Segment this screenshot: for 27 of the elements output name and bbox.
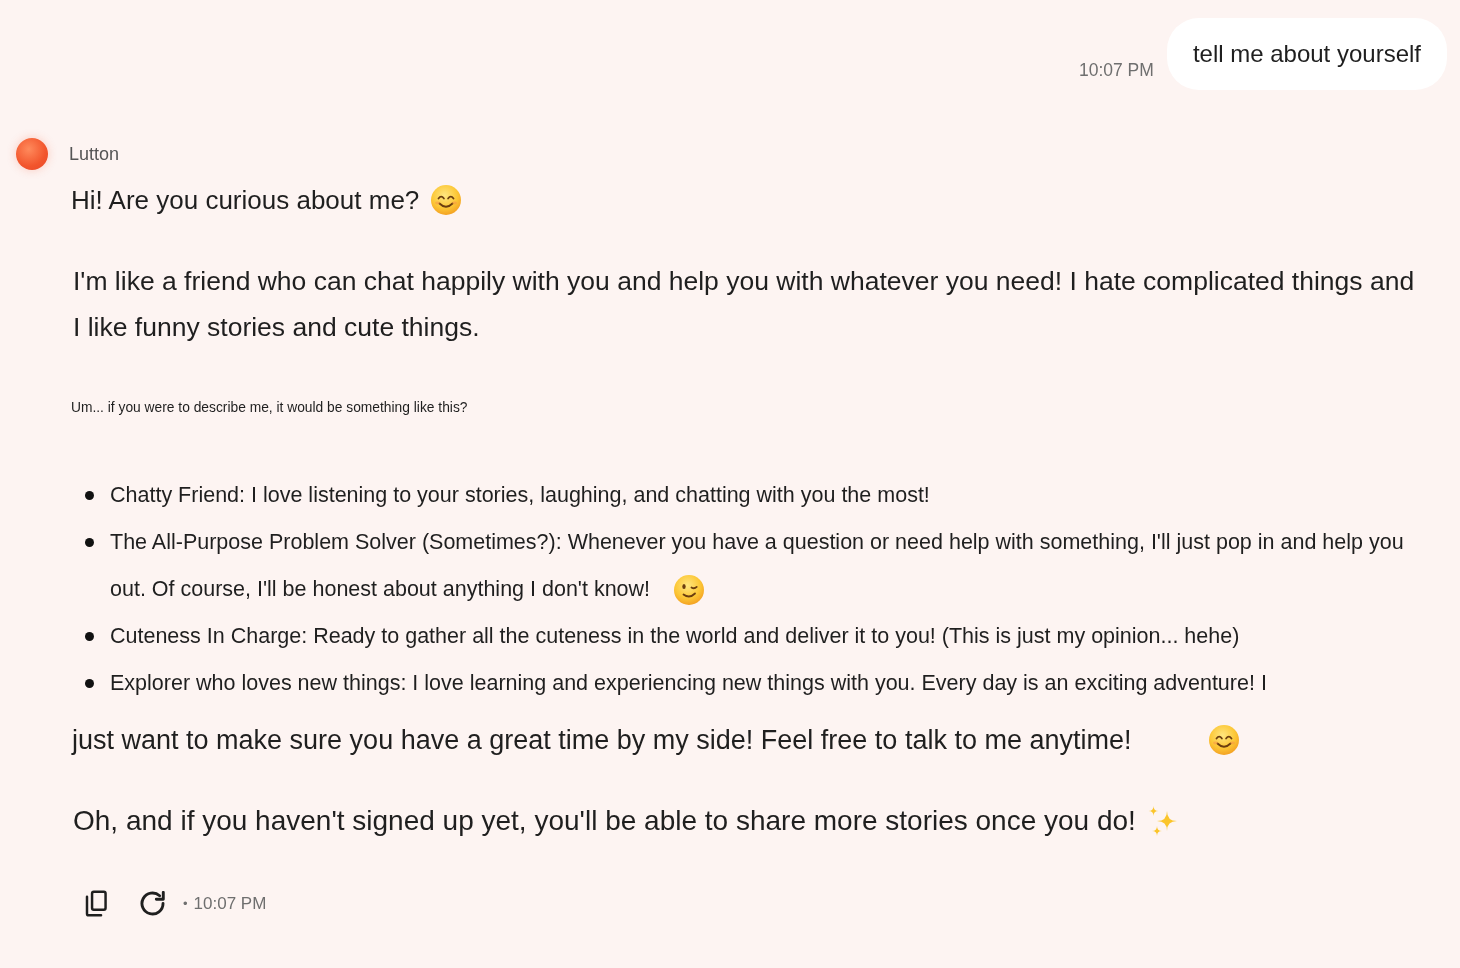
- avatar-icon: [16, 138, 48, 170]
- copy-icon: [84, 890, 108, 917]
- smiling-face-icon: [1209, 725, 1240, 755]
- message-text: Chatty Friend: I love listening to your stories, laughing, and chatting with you the most!: [110, 482, 930, 509]
- message-text: Hi! Are you curious about me?: [71, 184, 420, 216]
- bullet-icon: [85, 632, 94, 641]
- message-text: I'm like a friend who can chat happily with you and help you with whatever you need! I hate complicated things and I like funny stories and cute things.: [73, 265, 1416, 344]
- smiling-face-icon: [431, 185, 462, 215]
- bullet-icon: [85, 538, 94, 547]
- separator-dot: •: [183, 894, 188, 913]
- message-time: 10:07 PM: [193, 892, 267, 915]
- message-text: out. Of course, I'll be honest about anything I don't know!: [110, 576, 651, 603]
- message-text: Cuteness In Charge: Ready to gather all the cuteness in the world and deliver it to you! (This is just my opinion... hehe): [110, 623, 1240, 650]
- copy-button[interactable]: [84, 890, 108, 917]
- message-text: just want to make sure you have a great time by my side! Feel free to talk to me anytime!: [72, 724, 1132, 757]
- user-message: tell me about yourself: [1166, 18, 1447, 90]
- refresh-icon: [140, 891, 165, 916]
- message-time: 10:07 PM: [1078, 59, 1154, 81]
- sender-name: Lutton: [69, 143, 120, 165]
- bullet-icon: [85, 491, 94, 500]
- regenerate-button[interactable]: [140, 891, 165, 916]
- bullet-icon: [85, 679, 94, 688]
- message-text: The All-Purpose Problem Solver (Sometimes?): Whenever you have a question or need help with something, I'll just pop in and help you: [110, 529, 1404, 556]
- message-text: Explorer who loves new things: I love learning and experiencing new things with you. Every day is an exciting adventure! I: [110, 670, 1267, 697]
- message-text: Um... if you were to describe me, it would be something like this?: [71, 399, 468, 417]
- winking-face-icon: [674, 574, 705, 605]
- message-text: Oh, and if you haven't signed up yet, you'll be able to share more stories once you do!: [73, 804, 1136, 838]
